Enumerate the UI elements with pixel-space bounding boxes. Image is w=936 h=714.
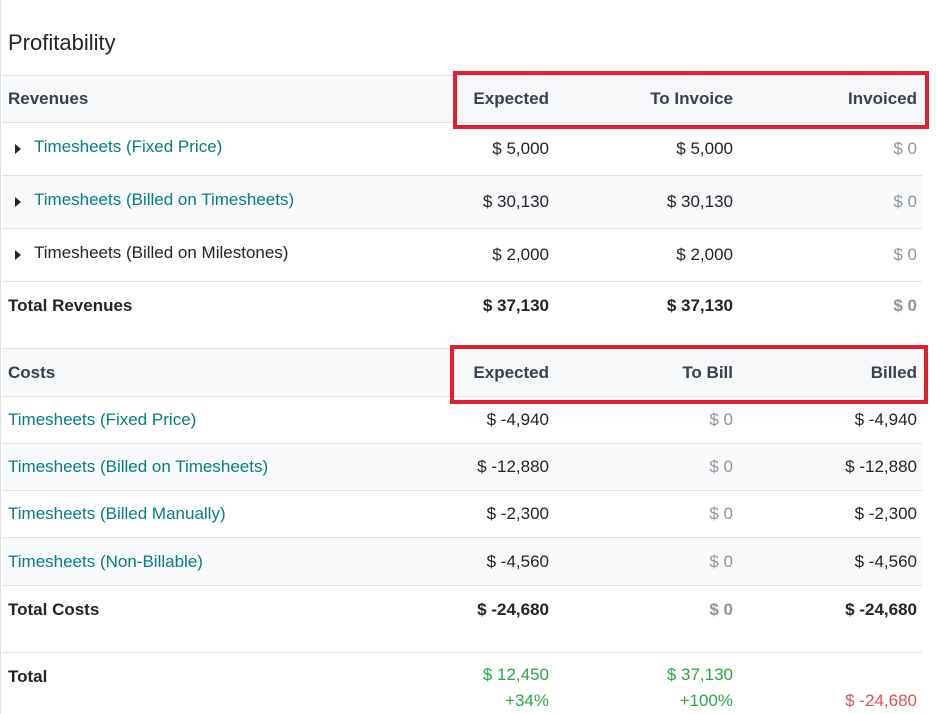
revenues-to-invoice-header: To Invoice [650, 89, 733, 108]
costs-to-bill-header: To Bill [682, 362, 733, 382]
costs-header-row: Costs Expected To Bill Billed [2, 348, 922, 397]
revenue-invoiced-value: $ 0 [893, 192, 917, 211]
grand-total-row: Total $ 12,450 +34% $ 37,130 +100% $ -24… [2, 652, 922, 714]
total-costs-to-bill: $ 0 [709, 600, 733, 619]
cost-to-bill-value: $ 0 [709, 551, 733, 571]
costs-header-label: Costs [8, 362, 56, 382]
revenues-expected-header: Expected [473, 89, 549, 108]
revenues-header-row: Revenues Expected To Invoice Invoiced [2, 75, 922, 123]
cost-row-label[interactable]: Timesheets (Fixed Price) [8, 397, 196, 443]
revenue-to-invoice-value: $ 30,130 [666, 192, 733, 211]
revenue-row-label[interactable]: Timesheets (Billed on Timesheets) [34, 190, 294, 210]
cost-row-label[interactable]: Timesheets (Non-Billable) [8, 538, 203, 585]
grand-total-to-invoice-percent: +100% [679, 691, 733, 710]
revenue-invoiced-value: $ 0 [893, 139, 917, 158]
profitability-panel: Profitability Revenues Expected To Invoi… [0, 0, 936, 714]
grand-total-label: Total [8, 667, 48, 686]
caret-right-icon[interactable] [15, 197, 21, 207]
total-costs-expected: $ -24,680 [477, 600, 549, 619]
cost-to-bill-value: $ 0 [709, 457, 733, 476]
revenue-row-billed-on-timesheets[interactable]: Timesheets (Billed on Timesheets) $ 30,1… [2, 176, 922, 229]
revenue-row-billed-on-milestones[interactable]: Timesheets (Billed on Milestones) $ 2,00… [2, 229, 922, 282]
revenue-to-invoice-value: $ 5,000 [676, 139, 733, 158]
caret-right-icon[interactable] [15, 250, 21, 260]
cost-billed-value: $ -4,560 [854, 551, 917, 571]
cost-row-non-billable[interactable]: Timesheets (Non-Billable) $ -4,560 $ 0 $… [2, 538, 922, 586]
revenue-expected-value: $ 30,130 [482, 192, 549, 211]
revenue-invoiced-value: $ 0 [893, 245, 917, 264]
costs-expected-header: Expected [473, 362, 549, 382]
revenue-row-fixed-price[interactable]: Timesheets (Fixed Price) $ 5,000 $ 5,000… [2, 123, 922, 176]
grand-total-expected: $ 12,450 [482, 665, 549, 684]
cost-expected-value: $ -2,300 [486, 504, 549, 523]
total-revenues-invoiced: $ 0 [893, 296, 917, 315]
revenues-header-label: Revenues [8, 89, 89, 108]
cost-expected-value: $ -12,880 [477, 457, 549, 476]
caret-right-icon[interactable] [15, 144, 21, 154]
cost-row-label[interactable]: Timesheets (Billed Manually) [8, 491, 226, 537]
revenues-invoiced-header: Invoiced [848, 89, 917, 108]
cost-expected-value: $ -4,940 [486, 410, 549, 429]
total-revenues-to-invoice: $ 37,130 [666, 296, 733, 315]
revenue-row-label: Timesheets (Billed on Milestones) [34, 242, 289, 262]
total-costs-row: Total Costs $ -24,680 $ 0 $ -24,680 [2, 586, 922, 634]
cost-row-billed-manually[interactable]: Timesheets (Billed Manually) $ -2,300 $ … [2, 491, 922, 538]
total-costs-billed: $ -24,680 [845, 600, 917, 619]
revenue-row-label[interactable]: Timesheets (Fixed Price) [34, 137, 222, 157]
revenue-expected-value: $ 2,000 [492, 245, 549, 264]
cost-expected-value: $ -4,560 [486, 551, 549, 571]
cost-to-bill-value: $ 0 [709, 504, 733, 523]
cost-billed-value: $ -2,300 [854, 504, 917, 523]
revenue-to-invoice-value: $ 2,000 [676, 245, 733, 264]
grand-total-invoiced: $ -24,680 [845, 691, 917, 710]
cost-row-label[interactable]: Timesheets (Billed on Timesheets) [8, 444, 268, 490]
grand-total-expected-percent: +34% [505, 691, 549, 710]
costs-billed-header: Billed [870, 362, 917, 382]
cost-row-billed-on-timesheets[interactable]: Timesheets (Billed on Timesheets) $ -12,… [2, 444, 922, 491]
total-costs-label: Total Costs [8, 600, 100, 619]
total-revenues-row: Total Revenues $ 37,130 $ 37,130 $ 0 [2, 282, 922, 330]
cost-billed-value: $ -4,940 [854, 410, 917, 429]
cost-billed-value: $ -12,880 [845, 457, 917, 476]
cost-row-fixed-price[interactable]: Timesheets (Fixed Price) $ -4,940 $ 0 $ … [2, 397, 922, 444]
total-revenues-label: Total Revenues [8, 296, 133, 315]
grand-total-to-invoice: $ 37,130 [666, 665, 733, 684]
cost-to-bill-value: $ 0 [709, 410, 733, 429]
revenue-expected-value: $ 5,000 [492, 139, 549, 158]
page-title: Profitability [8, 30, 116, 55]
total-revenues-expected: $ 37,130 [482, 296, 549, 315]
